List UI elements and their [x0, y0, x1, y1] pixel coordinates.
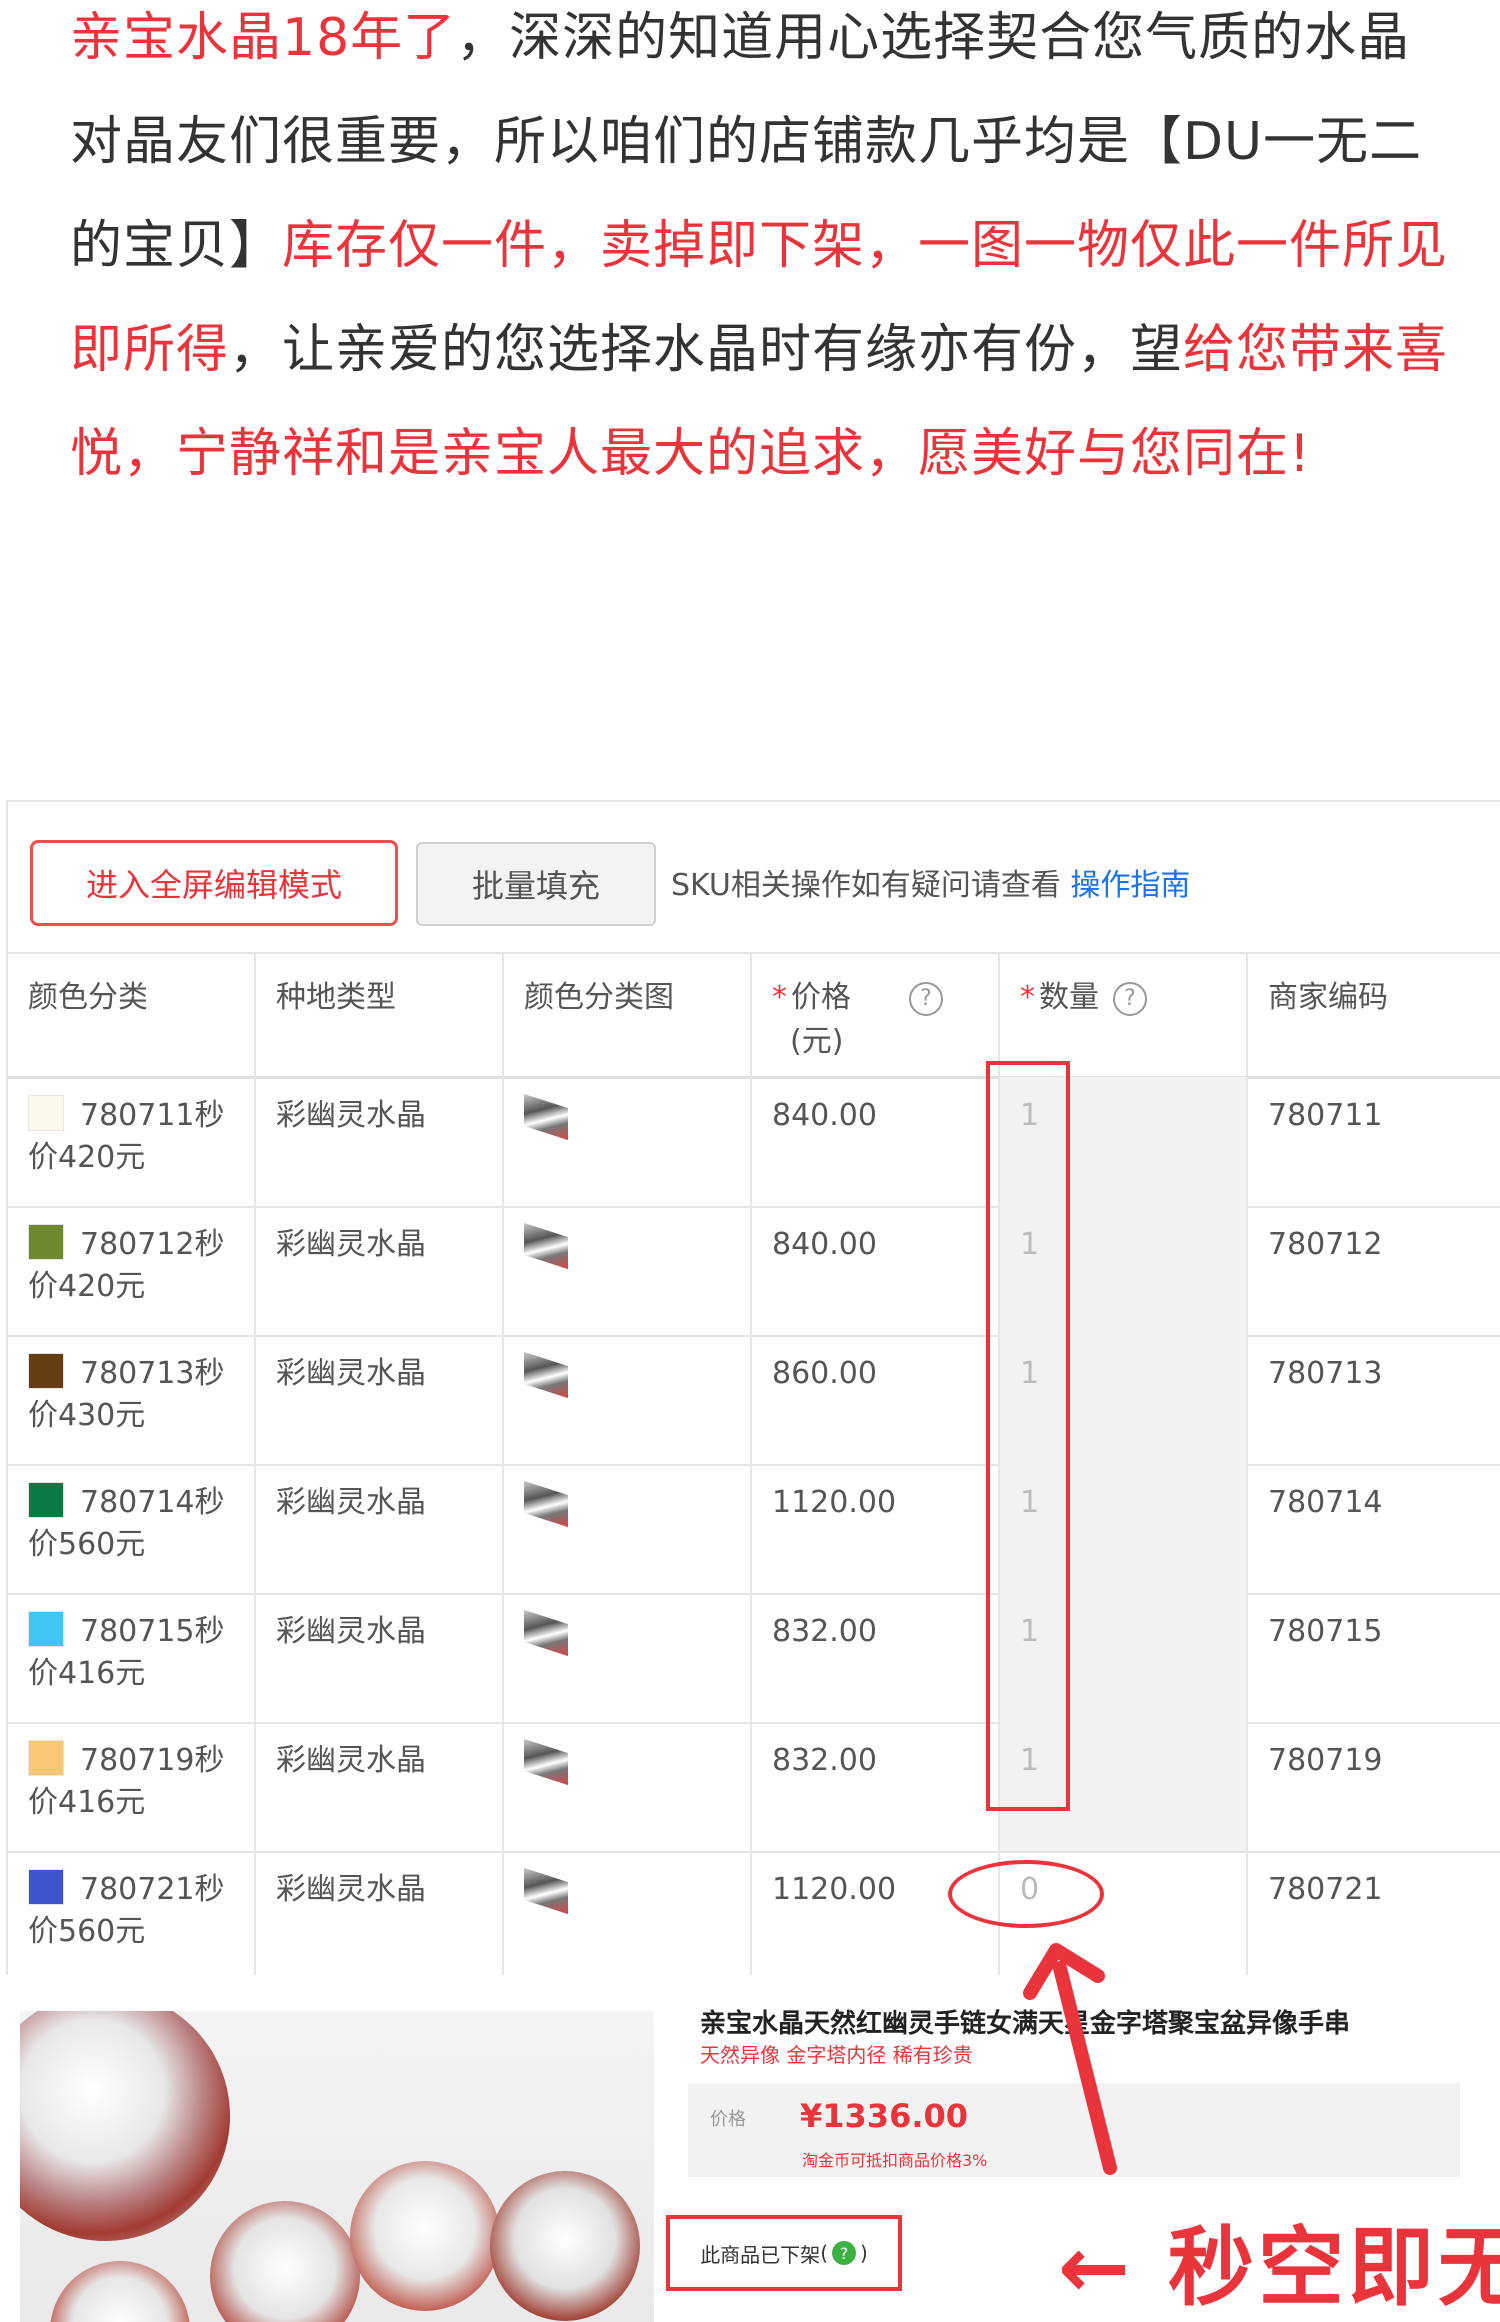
- code-cell[interactable]: 780719: [1248, 1722, 1500, 1851]
- header-price-label: 价格: [791, 980, 851, 1015]
- color-cell: 780714秒价560元: [8, 1464, 256, 1593]
- image-cell: [504, 1464, 752, 1593]
- code-cell[interactable]: 780713: [1248, 1335, 1500, 1464]
- bead: [20, 2011, 230, 2241]
- color-swatch: [28, 1353, 64, 1389]
- color-cell: 780715秒价416元: [8, 1593, 256, 1722]
- required-star: *: [772, 980, 787, 1015]
- color-cell: 780712秒价420元: [8, 1206, 256, 1335]
- color-cell: 780721秒价560元: [8, 1851, 256, 1980]
- image-cell: [504, 1593, 752, 1722]
- table-row: 780721秒价560元 彩幽灵水晶 1120.00 0 780721: [8, 1851, 1500, 1980]
- bead: [350, 2161, 500, 2311]
- table-row: 780712秒价420元 彩幽灵水晶 840.00 1 780712: [8, 1206, 1500, 1337]
- intro-paragraph: 亲宝水晶18年了，深深的知道用心选择契合您气质的水晶对晶友们很重要，所以咱们的店…: [70, 0, 1450, 506]
- header-image: 颜色分类图: [504, 954, 752, 1076]
- sku-panel: 进入全屏编辑模式 批量填充 SKU相关操作如有疑问请查看 操作指南 颜色分类 种…: [6, 800, 1500, 1980]
- color-swatch: [28, 1095, 64, 1131]
- bracelet-thumbnail-icon[interactable]: [524, 1867, 568, 1915]
- operation-guide-link[interactable]: 操作指南: [1070, 868, 1190, 903]
- type-cell: 彩幽灵水晶: [256, 1206, 504, 1335]
- image-cell: [504, 1335, 752, 1464]
- header-code: 商家编码: [1268, 980, 1388, 1015]
- color-swatch: [28, 1869, 64, 1905]
- color-swatch: [28, 1740, 64, 1776]
- table-header: 颜色分类 种地类型 颜色分类图 * 价格? (元) * 数量? 商家编码: [8, 952, 1500, 1079]
- price-cell[interactable]: 1120.00: [752, 1851, 1000, 1980]
- image-cell: [504, 1077, 752, 1206]
- bracelet-thumbnail-icon[interactable]: [524, 1093, 568, 1141]
- image-cell: [504, 1206, 752, 1335]
- bead: [50, 2261, 190, 2322]
- header-qty: * 数量?: [1000, 954, 1248, 1076]
- color-swatch: [28, 1611, 64, 1647]
- qty-highlight-box: [986, 1061, 1070, 1811]
- price-cell[interactable]: 860.00: [752, 1335, 1000, 1464]
- offshelf-notice: 此商品已下架 (?): [666, 2215, 902, 2291]
- price-note: 淘金币可抵扣商品价格3%: [802, 2151, 988, 2170]
- header-price: * 价格? (元): [752, 954, 1000, 1076]
- help-icon[interactable]: ?: [909, 981, 943, 1016]
- color-cell: 780711秒价420元: [8, 1077, 256, 1206]
- help-icon[interactable]: ?: [1113, 981, 1147, 1016]
- table-row: 780713秒价430元 彩幽灵水晶 860.00 1 780713: [8, 1335, 1500, 1466]
- price-label: 价格: [710, 2109, 746, 2130]
- price-cell[interactable]: 840.00: [752, 1206, 1000, 1335]
- table-row: 780711秒价420元 彩幽灵水晶 840.00 1 780711: [8, 1077, 1500, 1208]
- table-row: 780719秒价416元 彩幽灵水晶 832.00 1 780719: [8, 1722, 1500, 1853]
- header-qty-label: 数量: [1039, 980, 1099, 1015]
- bead: [490, 2171, 640, 2321]
- header-price-unit: (元): [790, 1024, 844, 1059]
- bracelet-photo: [20, 2011, 654, 2322]
- code-cell[interactable]: 780712: [1248, 1206, 1500, 1335]
- type-cell: 彩幽灵水晶: [256, 1335, 504, 1464]
- intro-text-2: ，让亲爱的您选择水晶时有缘亦有份，望: [229, 320, 1184, 380]
- code-cell[interactable]: 780714: [1248, 1464, 1500, 1593]
- intro-highlight-years: 亲宝水晶18年了: [70, 8, 457, 68]
- product-subtitle: 天然异像 金字塔内径 稀有珍贵: [700, 2043, 973, 2067]
- zero-qty-highlight-oval: [948, 1860, 1104, 1928]
- required-star: *: [1020, 980, 1035, 1015]
- price-cell[interactable]: 1120.00: [752, 1464, 1000, 1593]
- sku-toolbar: 进入全屏编辑模式 批量填充 SKU相关操作如有疑问请查看 操作指南: [8, 802, 1500, 952]
- offshelf-text: 此商品已下架: [700, 2242, 821, 2267]
- bracelet-thumbnail-icon[interactable]: [524, 1480, 568, 1528]
- type-cell: 彩幽灵水晶: [256, 1593, 504, 1722]
- code-cell[interactable]: 780721: [1248, 1851, 1500, 1980]
- type-cell: 彩幽灵水晶: [256, 1464, 504, 1593]
- table-row: 780714秒价560元 彩幽灵水晶 1120.00 1 780714: [8, 1464, 1500, 1595]
- product-price: ¥1336.00: [800, 2097, 969, 2135]
- header-color: 颜色分类: [8, 954, 256, 1076]
- table-row: 780715秒价416元 彩幽灵水晶 832.00 1 780715: [8, 1593, 1500, 1724]
- sku-help-tip: SKU相关操作如有疑问请查看 操作指南: [671, 860, 1190, 904]
- bracelet-thumbnail-icon[interactable]: [524, 1222, 568, 1270]
- image-cell: [504, 1722, 752, 1851]
- up-arrow-icon: [1023, 1943, 1117, 2175]
- type-cell: 彩幽灵水晶: [256, 1077, 504, 1206]
- bracelet-thumbnail-icon[interactable]: [524, 1738, 568, 1786]
- color-swatch: [28, 1224, 64, 1260]
- sku-help-text: SKU相关操作如有疑问请查看: [671, 868, 1061, 903]
- code-cell[interactable]: 780715: [1248, 1593, 1500, 1722]
- product-listing: 亲宝水晶天然红幽灵手链女满天星金字塔聚宝盆异像手串 天然异像 金字塔内径 稀有珍…: [0, 1975, 1500, 2322]
- header-type: 种地类型: [256, 954, 504, 1076]
- help-icon[interactable]: ?: [832, 2241, 856, 2265]
- bead: [210, 2201, 360, 2322]
- price-cell[interactable]: 832.00: [752, 1593, 1000, 1722]
- color-cell: 780713秒价430元: [8, 1335, 256, 1464]
- code-cell[interactable]: 780711: [1248, 1077, 1500, 1206]
- color-cell: 780719秒价416元: [8, 1722, 256, 1851]
- color-swatch: [28, 1482, 64, 1518]
- image-cell: [504, 1851, 752, 1980]
- fullscreen-edit-button[interactable]: 进入全屏编辑模式: [30, 840, 398, 926]
- bracelet-thumbnail-icon[interactable]: [524, 1351, 568, 1399]
- batch-fill-button[interactable]: 批量填充: [416, 842, 656, 926]
- type-cell: 彩幽灵水晶: [256, 1722, 504, 1851]
- price-cell[interactable]: 840.00: [752, 1077, 1000, 1206]
- sold-out-caption: ← 秒空即无: [1058, 2218, 1500, 2318]
- bracelet-thumbnail-icon[interactable]: [524, 1609, 568, 1657]
- price-cell[interactable]: 832.00: [752, 1722, 1000, 1851]
- type-cell: 彩幽灵水晶: [256, 1851, 504, 1980]
